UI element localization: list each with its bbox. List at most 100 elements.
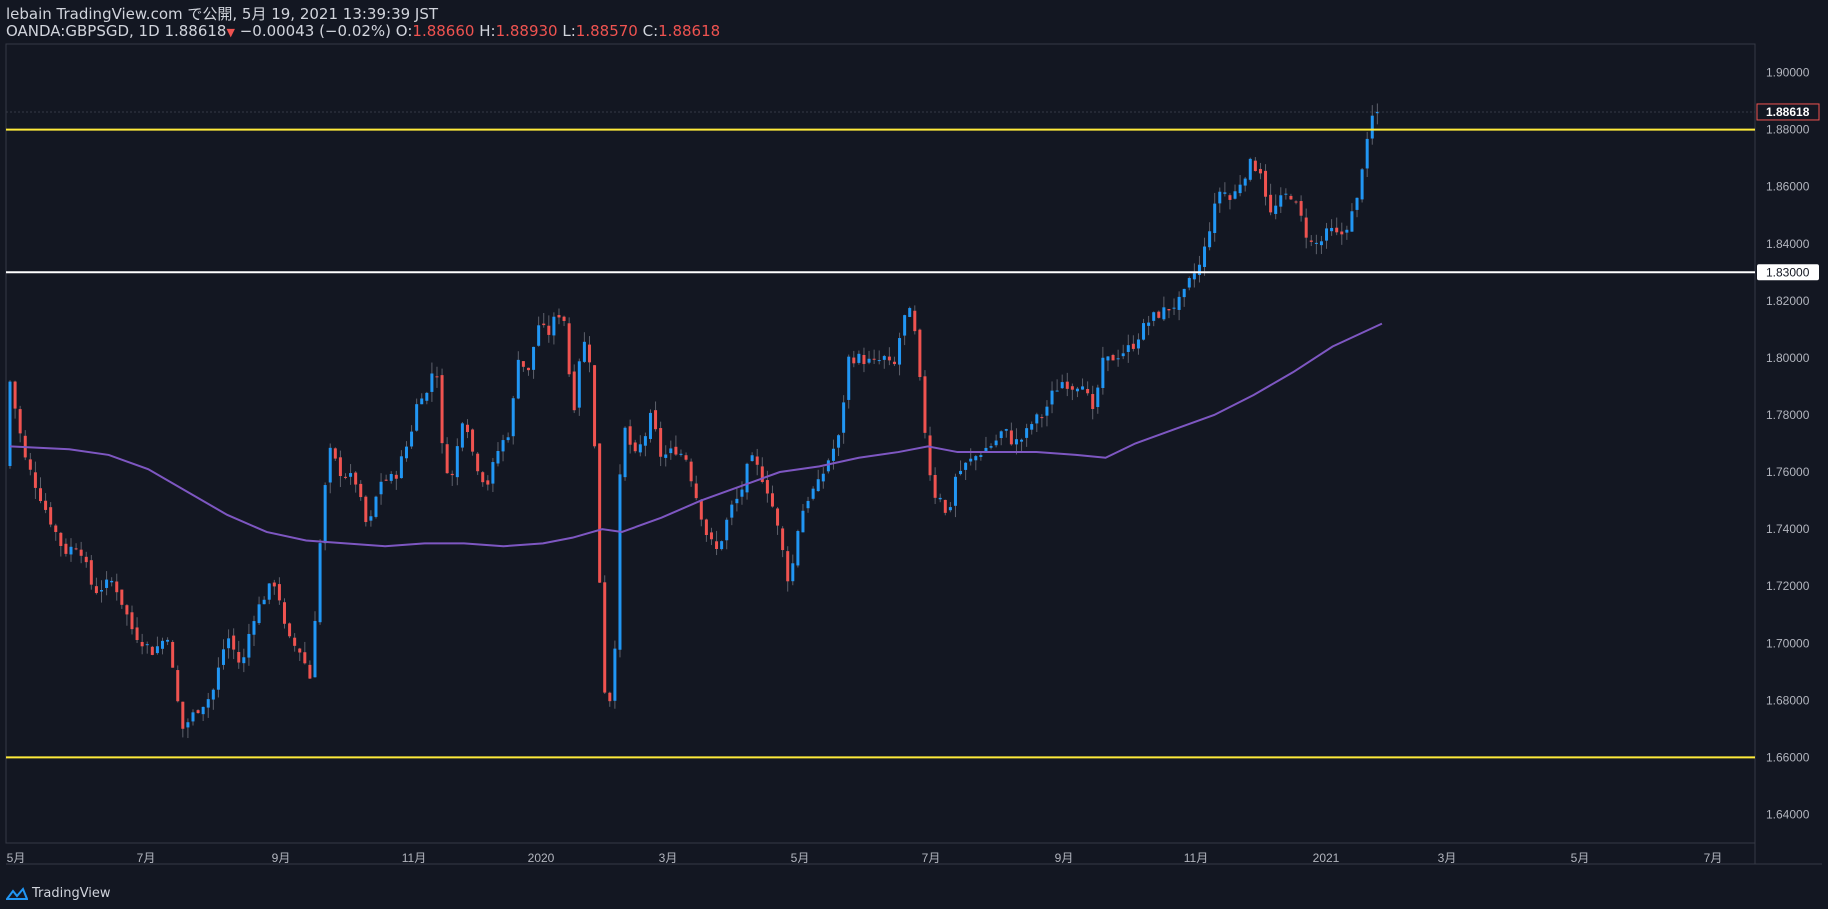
candle-body: [54, 525, 58, 532]
candle-body: [1177, 296, 1181, 310]
candle: [288, 622, 292, 639]
candle-body: [933, 474, 937, 498]
y-tick-label: 1.82000: [1766, 294, 1810, 308]
candle: [1009, 422, 1013, 446]
x-tick-label: 3月: [659, 851, 678, 865]
candle: [725, 517, 729, 550]
candle-body: [1167, 309, 1171, 311]
candle-body: [125, 605, 129, 615]
candle-body: [521, 361, 525, 367]
candle: [532, 346, 536, 379]
candle-body: [1187, 278, 1191, 288]
candle-body: [537, 325, 541, 346]
candle: [1325, 222, 1329, 249]
candle: [171, 640, 175, 668]
candle: [1116, 349, 1120, 367]
y-tick-label: 1.64000: [1766, 807, 1810, 821]
candle: [196, 709, 200, 714]
candle: [923, 370, 927, 439]
candle: [1131, 335, 1135, 352]
candle-body: [272, 582, 276, 587]
candle: [166, 637, 170, 646]
candle: [862, 347, 866, 373]
candle-body: [1340, 231, 1344, 235]
candle-body: [709, 532, 713, 540]
candle: [430, 362, 434, 402]
candle-body: [882, 356, 886, 360]
candle-body: [1142, 323, 1146, 340]
candle: [694, 475, 698, 501]
candle-body: [730, 504, 734, 518]
candle: [567, 317, 571, 377]
candle-body: [1238, 184, 1242, 194]
candle: [821, 467, 825, 489]
candle-body: [577, 361, 581, 408]
candle: [831, 439, 835, 470]
candle-body: [176, 670, 180, 702]
candle: [638, 435, 642, 457]
candle-body: [877, 360, 881, 362]
candle-body: [562, 316, 566, 321]
candle: [384, 474, 388, 481]
candle: [206, 692, 210, 718]
candle: [293, 633, 297, 652]
candle: [613, 640, 617, 709]
candle-body: [948, 507, 952, 511]
candle: [770, 485, 774, 508]
candle-body: [913, 310, 917, 332]
candle-body: [608, 692, 612, 702]
candle: [516, 351, 520, 400]
candle: [1350, 203, 1354, 232]
candle: [232, 628, 236, 660]
candle: [877, 350, 881, 365]
candle-series: [8, 103, 1379, 739]
candle: [816, 469, 820, 492]
candle-body: [1248, 158, 1252, 180]
candle-body: [938, 497, 942, 500]
y-tick-label: 1.66000: [1766, 750, 1810, 764]
price-chart[interactable]: 1.64000 1.66000 1.68000 1.70000 1.72000 1.740…: [0, 0, 1828, 909]
candle-body: [1040, 417, 1044, 419]
candle: [974, 454, 978, 471]
candle: [13, 380, 17, 419]
candle: [69, 538, 73, 562]
candle: [364, 495, 368, 527]
candle: [679, 449, 683, 457]
candle-body: [465, 424, 469, 433]
candle: [349, 464, 353, 485]
candle: [125, 604, 129, 626]
candle: [735, 488, 739, 512]
candle: [84, 551, 88, 568]
candle: [811, 486, 815, 501]
candle-body: [811, 488, 815, 499]
candle-body: [572, 371, 576, 411]
candle-body: [821, 473, 825, 482]
candle-body: [359, 483, 363, 498]
candle-body: [486, 480, 490, 485]
candle: [262, 596, 266, 605]
candle: [521, 361, 525, 372]
candle: [1065, 372, 1069, 397]
candle-body: [847, 356, 851, 400]
candle: [999, 430, 1003, 446]
candle: [994, 434, 998, 448]
candle: [323, 482, 327, 551]
candle: [399, 450, 403, 479]
candle-body: [394, 474, 398, 479]
candle: [633, 439, 637, 454]
candle: [659, 421, 663, 467]
candle-body: [918, 329, 922, 378]
candle: [1162, 296, 1166, 322]
candle: [948, 502, 952, 513]
candle-body: [892, 361, 896, 365]
candle: [730, 500, 734, 526]
candle: [1299, 195, 1303, 222]
candle-body: [227, 638, 231, 649]
candle: [643, 432, 647, 457]
candle-body: [181, 701, 185, 729]
candle-body: [1025, 428, 1029, 438]
candle: [64, 538, 68, 557]
candle: [425, 391, 429, 405]
candle: [369, 510, 373, 527]
candle: [1208, 222, 1212, 251]
